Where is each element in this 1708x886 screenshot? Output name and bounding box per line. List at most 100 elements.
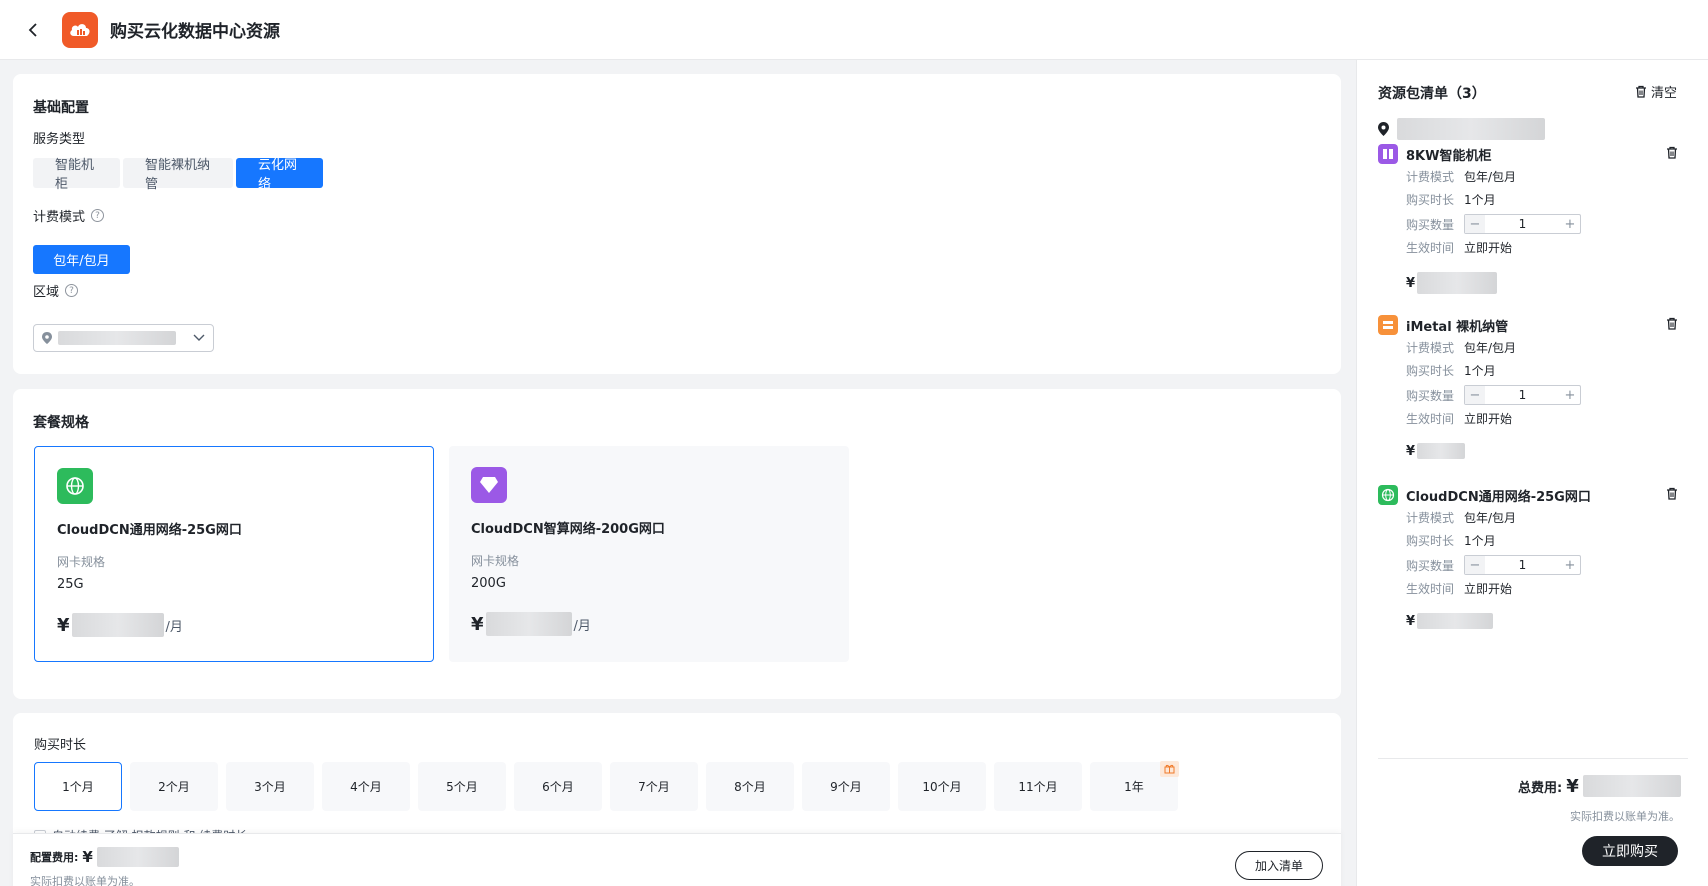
buy-now-button[interactable]: 立即购买 bbox=[1582, 836, 1678, 866]
price-redacted bbox=[71, 613, 164, 637]
duration-option-1year[interactable]: 1年 bbox=[1090, 761, 1179, 811]
package-price: ¥ /月 bbox=[471, 612, 591, 636]
clear-label: 清空 bbox=[1651, 86, 1678, 101]
gift-icon bbox=[1160, 761, 1179, 777]
price-redacted bbox=[1417, 613, 1494, 629]
basic-config-panel: 基础配置 服务类型 智能机柜 智能裸机纳管 云化网络 计费模式 ? 包年/包月 … bbox=[13, 74, 1341, 374]
service-type-label: 服务类型 bbox=[33, 128, 85, 147]
duration-option[interactable]: 2个月 bbox=[130, 762, 218, 811]
clear-cart-button[interactable]: 清空 bbox=[1635, 82, 1677, 101]
currency-symbol: ¥ bbox=[471, 613, 484, 635]
billing-value: 包年/包月 bbox=[1464, 511, 1517, 525]
duration-option[interactable]: 5个月 bbox=[418, 762, 506, 811]
increment-button[interactable]: + bbox=[1560, 215, 1580, 233]
delete-item-button[interactable] bbox=[1666, 317, 1678, 334]
total-label: 总费用: bbox=[1518, 780, 1563, 796]
total-redacted bbox=[1582, 775, 1681, 797]
effect-time-value: 立即开始 bbox=[1464, 582, 1513, 596]
package-spec-panel: 套餐规格 CloudDCN通用网络-25G网口 网卡规格 25G ¥ /月 Cl… bbox=[13, 389, 1341, 699]
quantity-value[interactable]: 1 bbox=[1485, 217, 1560, 231]
duration-label: 购买时长 bbox=[1406, 193, 1455, 207]
duration-option[interactable]: 3个月 bbox=[226, 762, 314, 811]
cart-divider bbox=[1378, 758, 1688, 759]
app-logo-icon bbox=[62, 11, 98, 48]
cart-item-price: ¥ bbox=[1406, 272, 1498, 294]
basic-config-title: 基础配置 bbox=[33, 100, 89, 116]
total-note: 实际扣费以账单为准。 bbox=[1570, 810, 1680, 823]
fee-redacted bbox=[96, 847, 179, 867]
region-value-redacted bbox=[58, 331, 176, 345]
duration-option[interactable]: 6个月 bbox=[514, 762, 602, 811]
add-to-list-button[interactable]: 加入清单 bbox=[1235, 851, 1323, 880]
decrement-button[interactable]: − bbox=[1465, 215, 1485, 233]
duration-option[interactable]: 8个月 bbox=[706, 762, 794, 811]
duration-label: 购买时长 bbox=[34, 734, 86, 753]
trash-icon bbox=[1667, 487, 1677, 500]
back-icon[interactable] bbox=[22, 19, 44, 41]
duration-option[interactable]: 4个月 bbox=[322, 762, 410, 811]
delete-item-button[interactable] bbox=[1666, 146, 1678, 163]
diamond-icon bbox=[471, 467, 507, 503]
cart-item-price: ¥ bbox=[1406, 443, 1466, 459]
trash-icon bbox=[1667, 146, 1677, 159]
billing-value: 包年/包月 bbox=[1464, 170, 1517, 184]
package-card-25g[interactable]: CloudDCN通用网络-25G网口 网卡规格 25G ¥ /月 bbox=[34, 446, 434, 662]
price-redacted bbox=[1417, 272, 1498, 294]
cart-item: iMetal 裸机纳管 计费模式 包年/包月 购买时长 1个月 购买数量 − 1 +… bbox=[1378, 315, 1678, 475]
config-fee: 配置费用: ¥ bbox=[30, 847, 179, 867]
duration-option[interactable]: 1个月 bbox=[34, 762, 122, 811]
cart-location bbox=[1378, 118, 1545, 140]
cart-item-name: iMetal 裸机纳管 bbox=[1406, 319, 1509, 335]
billing-label: 计费模式 bbox=[1406, 170, 1455, 184]
cart-item-name: 8KW智能机柜 bbox=[1406, 148, 1492, 164]
duration-option[interactable]: 9个月 bbox=[802, 762, 890, 811]
cart-title: 资源包清单（3） bbox=[1378, 86, 1486, 102]
nic-spec-label: 网卡规格 bbox=[57, 555, 106, 569]
effect-time-label: 生效时间 bbox=[1406, 582, 1455, 596]
region-label-text: 区域 bbox=[33, 285, 60, 300]
service-type-baremetal[interactable]: 智能裸机纳管 bbox=[123, 158, 233, 192]
price-unit: /月 bbox=[573, 618, 591, 634]
increment-button[interactable]: + bbox=[1560, 386, 1580, 404]
quantity-stepper: − 1 + bbox=[1464, 555, 1581, 575]
service-type-cloud-network[interactable]: 云化网络 bbox=[236, 158, 323, 192]
bottom-fee-bar: 配置费用: ¥ 实际扣费以账单为准。 加入清单 bbox=[13, 833, 1341, 886]
resource-cart-panel: 资源包清单（3） 清空 8KW智能机柜 计费模式 包年/包月 购买时长 1个月 购买… bbox=[1356, 60, 1708, 886]
billing-mode-label-text: 计费模式 bbox=[33, 210, 86, 225]
duration-option[interactable]: 10个月 bbox=[898, 762, 986, 811]
package-card-200g[interactable]: CloudDCN智算网络-200G网口 网卡规格 200G ¥ /月 bbox=[449, 446, 849, 662]
total-fee: 总费用: ¥ bbox=[1518, 775, 1681, 797]
effect-time-label: 生效时间 bbox=[1406, 412, 1455, 426]
increment-button[interactable]: + bbox=[1560, 556, 1580, 574]
duration-option[interactable]: 7个月 bbox=[610, 762, 698, 811]
quantity-value[interactable]: 1 bbox=[1485, 558, 1560, 572]
help-icon[interactable]: ? bbox=[65, 284, 79, 297]
decrement-button[interactable]: − bbox=[1465, 386, 1485, 404]
currency-symbol: ¥ bbox=[1406, 613, 1416, 629]
service-type-smart-cabinet[interactable]: 智能机柜 bbox=[33, 158, 120, 192]
duration-option-label: 1年 bbox=[1124, 780, 1144, 794]
trash-icon bbox=[1636, 85, 1646, 98]
currency-symbol: ¥ bbox=[82, 848, 93, 866]
quantity-stepper: − 1 + bbox=[1464, 214, 1581, 234]
delete-item-button[interactable] bbox=[1666, 487, 1678, 504]
region-label: 区域 ? bbox=[33, 281, 79, 300]
effect-time-label: 生效时间 bbox=[1406, 241, 1455, 255]
effect-time-value: 立即开始 bbox=[1464, 412, 1513, 426]
duration-label: 购买时长 bbox=[1406, 364, 1455, 378]
billing-option-button[interactable]: 包年/包月 bbox=[33, 245, 130, 274]
quantity-label: 购买数量 bbox=[1406, 388, 1455, 403]
quantity-value[interactable]: 1 bbox=[1485, 388, 1560, 402]
billing-value: 包年/包月 bbox=[1464, 341, 1517, 355]
top-header: 购买云化数据中心资源 bbox=[0, 0, 1708, 60]
duration-value: 1个月 bbox=[1464, 364, 1496, 378]
location-pin-icon bbox=[42, 332, 52, 344]
region-select[interactable] bbox=[33, 324, 214, 352]
package-price: ¥ /月 bbox=[57, 613, 183, 637]
duration-option[interactable]: 11个月 bbox=[994, 762, 1082, 811]
globe-icon bbox=[1378, 485, 1398, 505]
duration-label-text: 购买时长 bbox=[34, 738, 87, 753]
help-icon[interactable]: ? bbox=[91, 209, 105, 222]
decrement-button[interactable]: − bbox=[1465, 556, 1485, 574]
cart-item: 8KW智能机柜 计费模式 包年/包月 购买时长 1个月 购买数量 − 1 + 生效时… bbox=[1378, 144, 1678, 304]
